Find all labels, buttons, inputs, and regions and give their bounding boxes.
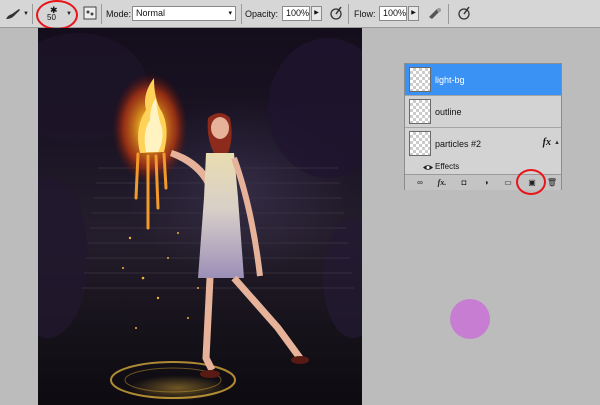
- new-group-icon[interactable]: ▭: [501, 177, 515, 189]
- layer-row-outline[interactable]: outline: [405, 96, 561, 128]
- add-mask-icon[interactable]: ◘: [457, 177, 471, 189]
- new-layer-highlight-circle: [516, 169, 546, 195]
- mode-label: Mode:: [106, 9, 132, 19]
- chevron-down-icon[interactable]: ▾: [228, 7, 232, 20]
- airbrush-icon[interactable]: [427, 6, 443, 22]
- layer-row-particles-2[interactable]: particles #2 fx ▲: [405, 128, 561, 160]
- pressure-opacity-icon[interactable]: [328, 5, 344, 23]
- brush-size-highlight-circle: [36, 0, 78, 30]
- opacity-label: Opacity:: [245, 9, 279, 19]
- flow-input[interactable]: 100%: [379, 6, 407, 21]
- opacity-arrow-button[interactable]: ▶: [311, 6, 322, 21]
- link-layers-icon[interactable]: ∞: [413, 177, 427, 189]
- color-swatch-dot: [450, 299, 490, 339]
- layer-thumbnail: [409, 67, 431, 92]
- opacity-input[interactable]: 100%: [282, 6, 310, 21]
- mode-select-value: Normal: [136, 8, 166, 18]
- layer-name: outline: [435, 107, 462, 117]
- delete-layer-icon[interactable]: 🗑: [545, 177, 559, 189]
- adjustment-layer-icon[interactable]: ◑: [479, 177, 493, 189]
- brush-panel-toggle-icon[interactable]: [83, 6, 97, 22]
- mode-select[interactable]: Normal ▾: [132, 6, 236, 21]
- add-layer-style-icon[interactable]: fx.: [435, 177, 449, 189]
- layer-row-light-bg[interactable]: light-bg: [405, 64, 561, 96]
- separator: [241, 4, 242, 24]
- layer-thumbnail: [409, 99, 431, 124]
- layer-name: particles #2: [435, 139, 482, 149]
- effects-label: Effects: [435, 162, 460, 171]
- pressure-size-icon[interactable]: [456, 5, 472, 23]
- flow-arrow-button[interactable]: ▶: [408, 6, 419, 21]
- scroll-up-arrow-icon[interactable]: ▲: [554, 140, 560, 146]
- options-bar: ▼ ✱ 50 ▼ Mode: Normal ▾ Opacity: 100% ▶ …: [0, 0, 600, 30]
- separator: [448, 4, 449, 24]
- layer-effects-badge[interactable]: fx: [543, 137, 551, 148]
- document-canvas[interactable]: [38, 28, 362, 405]
- separator: [348, 4, 349, 24]
- layer-name: light-bg: [435, 75, 465, 85]
- separator: [101, 4, 102, 24]
- artwork-image: [38, 33, 362, 399]
- brush-tool-icon[interactable]: [4, 7, 22, 21]
- separator: [32, 4, 33, 24]
- eye-icon[interactable]: [423, 163, 433, 173]
- flow-label: Flow:: [354, 9, 376, 19]
- layer-thumbnail: [409, 131, 431, 156]
- tool-preset-arrow-icon[interactable]: ▼: [23, 11, 29, 17]
